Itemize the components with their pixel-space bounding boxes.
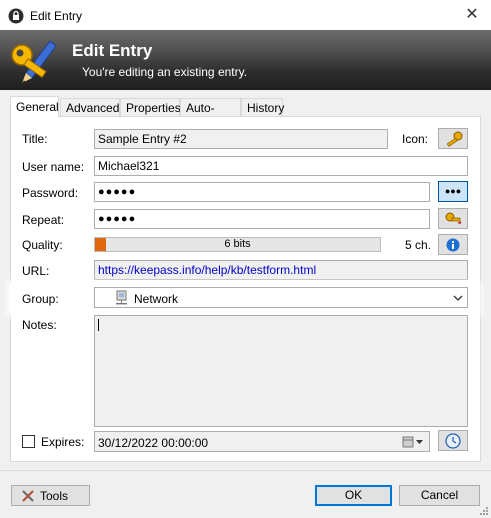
cancel-button[interactable]: Cancel [399, 485, 480, 506]
keepass-lock-icon [8, 8, 24, 24]
repeat-label: Repeat: [22, 213, 65, 227]
expires-date-picker[interactable]: 30/12/2022 00:00:00 [94, 431, 430, 452]
quality-info-button[interactable] [438, 234, 468, 255]
username-label: User name: [22, 160, 85, 174]
key-icon [8, 35, 60, 85]
notes-label: Notes: [22, 318, 57, 332]
quality-char-count: 5 ch. [405, 238, 432, 252]
tab-advanced[interactable]: Advanced [60, 98, 120, 117]
password-label: Password: [22, 186, 79, 200]
expires-checkbox[interactable] [22, 435, 35, 448]
tools-button-label: Tools [40, 489, 69, 503]
group-selected-value: Network [134, 292, 179, 306]
icon-picker-button[interactable] [438, 128, 468, 149]
quality-label: Quality: [22, 238, 63, 252]
show-password-toggle[interactable]: ●●● [438, 181, 468, 202]
text-cursor [98, 319, 99, 331]
banner-subtitle: You're editing an existing entry. [82, 65, 248, 79]
quality-bar: 6 bits [94, 237, 381, 252]
icon-label: Icon: [402, 132, 429, 146]
username-field[interactable]: Michael321 [94, 156, 468, 176]
ok-button[interactable]: OK [315, 485, 392, 506]
title-label: Title: [22, 132, 48, 146]
close-icon[interactable]: ✕ [460, 4, 484, 26]
notes-textarea[interactable] [94, 315, 468, 427]
tools-button[interactable]: Tools [11, 485, 90, 506]
expiry-presets-button[interactable] [438, 430, 468, 451]
password-generator-button[interactable] [438, 208, 468, 229]
info-icon [446, 238, 460, 252]
password-field[interactable]: ●●●●● [94, 182, 430, 202]
tab-properties[interactable]: Properties [120, 98, 181, 117]
url-label: URL: [22, 264, 50, 278]
clock-icon [445, 433, 461, 449]
chevron-down-icon [451, 290, 465, 306]
tab-history[interactable]: History [241, 98, 284, 117]
tools-icon [22, 490, 34, 502]
url-field[interactable]: https://keepass.info/help/kb/testform.ht… [94, 260, 468, 280]
calendar-dropdown-icon[interactable] [401, 435, 425, 449]
window-title: Edit Entry [30, 9, 83, 23]
repeat-password-field[interactable]: ●●●●● [94, 209, 430, 229]
key-generator-icon [445, 212, 461, 224]
header-banner: Edit Entry You're editing an existing en… [0, 30, 491, 90]
group-label: Group: [22, 292, 59, 306]
tab-general[interactable]: General [10, 96, 59, 117]
group-select[interactable]: Network [94, 287, 468, 308]
tab-auto-type[interactable]: Auto-Type [180, 98, 241, 129]
resize-grip-icon[interactable] [478, 505, 489, 516]
footer-separator [0, 470, 491, 471]
quality-bits-text: 6 bits [224, 238, 251, 250]
banner-title: Edit Entry [72, 41, 153, 60]
title-field[interactable]: Sample Entry #2 [94, 129, 388, 149]
expires-label: Expires: [41, 435, 85, 449]
expires-date-value: 30/12/2022 00:00:00 [98, 436, 209, 450]
key-icon [446, 131, 463, 147]
network-folder-icon [116, 290, 127, 305]
